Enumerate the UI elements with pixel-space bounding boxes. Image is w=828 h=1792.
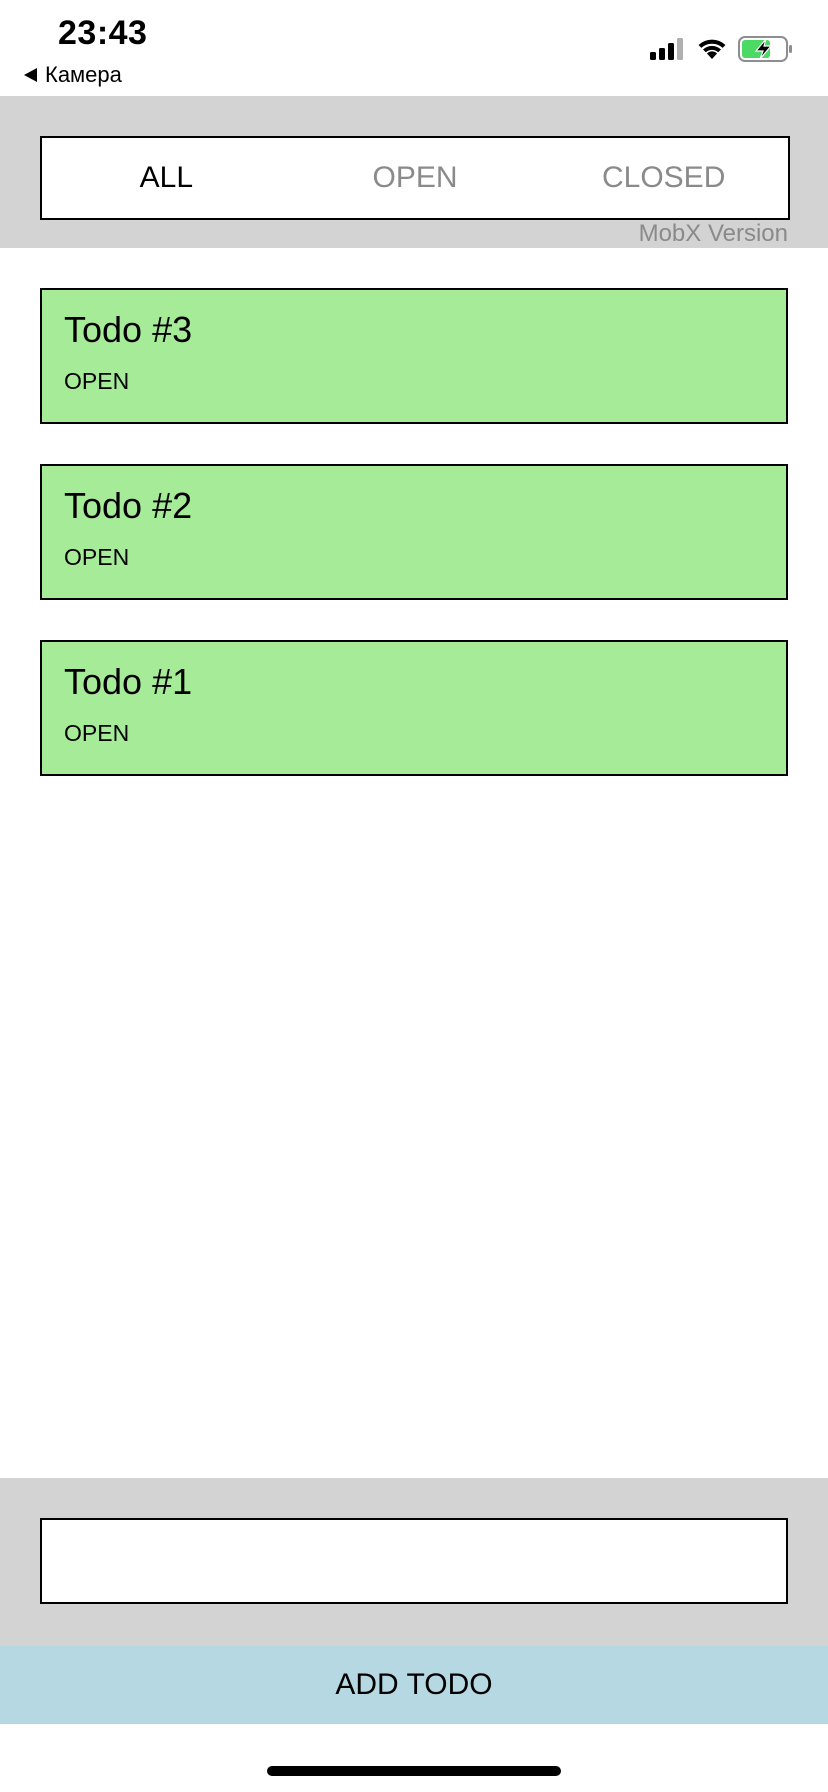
back-arrow-icon bbox=[24, 68, 37, 82]
add-todo-button[interactable]: ADD TODO bbox=[0, 1646, 828, 1724]
status-icons bbox=[650, 36, 794, 62]
tab-closed[interactable]: CLOSED bbox=[539, 138, 788, 218]
wifi-icon bbox=[698, 39, 726, 59]
todo-status: OPEN bbox=[64, 720, 130, 746]
signal-icon bbox=[650, 38, 683, 60]
filter-tabs: ALL OPEN CLOSED bbox=[40, 136, 790, 220]
home-indicator[interactable] bbox=[267, 1766, 561, 1776]
status-bar: 23:43 Камера bbox=[0, 0, 828, 96]
todo-title: Todo #2 bbox=[64, 485, 193, 526]
back-link-label: Камера bbox=[45, 62, 122, 87]
app-screen: 23:43 Камера ALL OPEN CLOSED MobX Versio… bbox=[0, 0, 828, 1792]
tab-all[interactable]: ALL bbox=[42, 138, 291, 218]
todo-item[interactable]: Todo #3 OPEN bbox=[40, 288, 788, 424]
todo-list: Todo #3 OPEN Todo #2 OPEN Todo #1 OPEN bbox=[40, 288, 790, 816]
battery-charging-icon bbox=[738, 36, 792, 62]
todo-item[interactable]: Todo #2 OPEN bbox=[40, 464, 788, 600]
status-time: 23:43 bbox=[58, 14, 148, 52]
tab-open[interactable]: OPEN bbox=[291, 138, 540, 218]
back-to-camera-link[interactable]: Камера bbox=[24, 62, 122, 88]
todo-status: OPEN bbox=[64, 544, 130, 570]
todo-title: Todo #3 bbox=[64, 309, 193, 350]
filter-header: ALL OPEN CLOSED MobX Version bbox=[0, 96, 828, 248]
todo-item[interactable]: Todo #1 OPEN bbox=[40, 640, 788, 776]
todo-title: Todo #1 bbox=[64, 661, 193, 702]
input-footer bbox=[0, 1478, 828, 1646]
version-label: MobX Version bbox=[638, 220, 788, 247]
new-todo-input[interactable] bbox=[40, 1518, 788, 1604]
todo-status: OPEN bbox=[64, 368, 130, 394]
